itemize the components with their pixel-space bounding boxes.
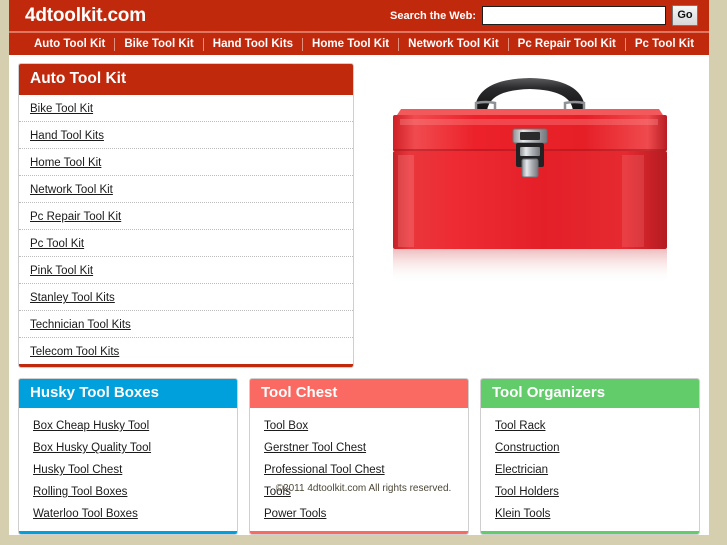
- list-item[interactable]: Hand Tool Kits: [19, 122, 353, 150]
- page-root: 4dtoolkit.com Search the Web: Go Auto To…: [0, 0, 727, 545]
- hero-image: [360, 63, 700, 321]
- category-link-network-tool-kit[interactable]: Network Tool Kit: [30, 184, 113, 196]
- category-link-pc-tool-kit[interactable]: Pc Tool Kit: [30, 238, 84, 250]
- category-link-stanley-tool-kits[interactable]: Stanley Tool Kits: [30, 292, 115, 304]
- category-link-bike-tool-kit[interactable]: Bike Tool Kit: [30, 103, 93, 115]
- list-item[interactable]: Gerstner Tool Chest: [250, 436, 468, 458]
- nav-item-auto-tool-kit[interactable]: Auto Tool Kit: [25, 33, 114, 55]
- link-gerstner-tool-chest[interactable]: Gerstner Tool Chest: [264, 442, 366, 454]
- category-link-telecom-tool-kits[interactable]: Telecom Tool Kits: [30, 346, 119, 358]
- link-box-husky-quality-tool[interactable]: Box Husky Quality Tool: [33, 442, 151, 454]
- bottom-panels-row: Husky Tool Boxes Box Cheap Husky Tool Bo…: [18, 378, 700, 536]
- list-item[interactable]: Pc Tool Kit: [19, 230, 353, 258]
- list-item[interactable]: Technician Tool Kits: [19, 311, 353, 339]
- list-item[interactable]: Electrician: [481, 458, 699, 480]
- nav-item-bike-tool-kit[interactable]: Bike Tool Kit: [115, 33, 202, 55]
- nav-item-network-tool-kit[interactable]: Network Tool Kit: [399, 33, 508, 55]
- link-tool-rack[interactable]: Tool Rack: [495, 420, 546, 432]
- list-item[interactable]: Waterloo Tool Boxes: [19, 502, 237, 524]
- panel-list-husky-tool-boxes: Box Cheap Husky Tool Box Husky Quality T…: [19, 408, 237, 531]
- category-panel-title: Auto Tool Kit: [19, 64, 353, 96]
- link-power-tools[interactable]: Power Tools: [264, 508, 326, 520]
- list-item[interactable]: Klein Tools: [481, 502, 699, 524]
- panel-husky-tool-boxes: Husky Tool Boxes Box Cheap Husky Tool Bo…: [18, 378, 238, 536]
- link-waterloo-tool-boxes[interactable]: Waterloo Tool Boxes: [33, 508, 138, 520]
- nav-item-hand-tool-kits[interactable]: Hand Tool Kits: [204, 33, 302, 55]
- nav-item-home-tool-kit[interactable]: Home Tool Kit: [303, 33, 398, 55]
- main-nav: Auto Tool Kit Bike Tool Kit Hand Tool Ki…: [9, 33, 709, 55]
- content-sheet: 4dtoolkit.com Search the Web: Go Auto To…: [9, 0, 709, 536]
- link-electrician[interactable]: Electrician: [495, 464, 548, 476]
- list-item[interactable]: Husky Tool Chest: [19, 458, 237, 480]
- link-box-cheap-husky-tool[interactable]: Box Cheap Husky Tool: [33, 420, 149, 432]
- list-item[interactable]: Stanley Tool Kits: [19, 284, 353, 312]
- category-list: Bike Tool Kit Hand Tool Kits Home Tool K…: [19, 95, 353, 365]
- list-item[interactable]: Box Husky Quality Tool: [19, 436, 237, 458]
- category-link-pc-repair-tool-kit[interactable]: Pc Repair Tool Kit: [30, 211, 121, 223]
- panel-accent-bar-tool-chest: [250, 531, 468, 535]
- list-item[interactable]: Home Tool Kit: [19, 149, 353, 177]
- category-link-technician-tool-kits[interactable]: Technician Tool Kits: [30, 319, 131, 331]
- panel-tool-organizers: Tool Organizers Tool Rack Construction E…: [480, 378, 700, 536]
- nav-item-pc-repair-tool-kit[interactable]: Pc Repair Tool Kit: [509, 33, 625, 55]
- link-construction[interactable]: Construction: [495, 442, 560, 454]
- list-item[interactable]: Telecom Tool Kits: [19, 338, 353, 364]
- link-klein-tools[interactable]: Klein Tools: [495, 508, 550, 520]
- category-link-hand-tool-kits[interactable]: Hand Tool Kits: [30, 130, 104, 142]
- list-item[interactable]: Pink Tool Kit: [19, 257, 353, 285]
- list-item[interactable]: Professional Tool Chest: [250, 458, 468, 480]
- list-item[interactable]: Pc Repair Tool Kit: [19, 203, 353, 231]
- link-professional-tool-chest[interactable]: Professional Tool Chest: [264, 464, 385, 476]
- link-husky-tool-chest[interactable]: Husky Tool Chest: [33, 464, 122, 476]
- search-area: Search the Web: Go: [390, 5, 698, 26]
- toolbox-icon: [393, 78, 667, 283]
- panel-title-husky-tool-boxes: Husky Tool Boxes: [19, 379, 237, 409]
- panel-title-tool-chest: Tool Chest: [250, 379, 468, 409]
- search-input[interactable]: [482, 6, 666, 25]
- category-panel: Auto Tool Kit Bike Tool Kit Hand Tool Ki…: [18, 63, 354, 369]
- panel-accent-bar-tool-organizers: [481, 531, 699, 535]
- panel-title-tool-organizers: Tool Organizers: [481, 379, 699, 409]
- list-item[interactable]: Tool Rack: [481, 414, 699, 436]
- category-panel-accent-bar: [19, 364, 353, 368]
- panel-tool-chest: Tool Chest Tool Box Gerstner Tool Chest …: [249, 378, 469, 536]
- panel-list-tool-organizers: Tool Rack Construction Electrician Tool …: [481, 408, 699, 531]
- list-item[interactable]: Network Tool Kit: [19, 176, 353, 204]
- category-link-pink-tool-kit[interactable]: Pink Tool Kit: [30, 265, 93, 277]
- nav-item-pc-tool-kit[interactable]: Pc Tool Kit: [626, 33, 703, 55]
- panel-list-tool-chest: Tool Box Gerstner Tool Chest Professiona…: [250, 408, 468, 531]
- category-link-home-tool-kit[interactable]: Home Tool Kit: [30, 157, 101, 169]
- list-item[interactable]: Construction: [481, 436, 699, 458]
- link-tool-box[interactable]: Tool Box: [264, 420, 308, 432]
- site-logo[interactable]: 4dtoolkit.com: [25, 5, 146, 27]
- search-label: Search the Web:: [390, 9, 476, 22]
- main-content: Auto Tool Kit Bike Tool Kit Hand Tool Ki…: [9, 55, 709, 536]
- list-item[interactable]: Box Cheap Husky Tool: [19, 414, 237, 436]
- list-item[interactable]: Bike Tool Kit: [19, 95, 353, 123]
- site-header: 4dtoolkit.com Search the Web: Go: [9, 0, 709, 33]
- list-item[interactable]: Power Tools: [250, 502, 468, 524]
- list-item[interactable]: Tool Box: [250, 414, 468, 436]
- panel-accent-bar-husky: [19, 531, 237, 535]
- top-row: Auto Tool Kit Bike Tool Kit Hand Tool Ki…: [18, 63, 700, 369]
- search-go-button[interactable]: Go: [672, 5, 698, 26]
- footer-copyright: ©2011 4dtoolkit.com All rights reserved.: [275, 483, 452, 494]
